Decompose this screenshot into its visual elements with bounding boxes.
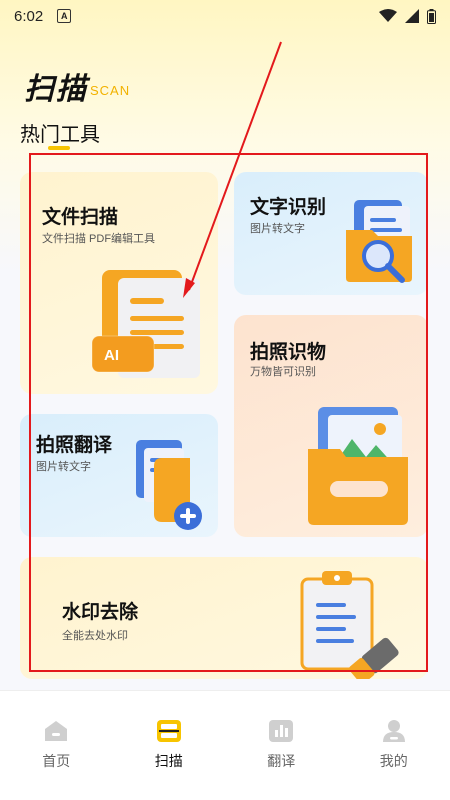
nav-label: 我的	[379, 753, 408, 769]
annotation-arrow-icon	[183, 41, 282, 298]
profile-icon	[382, 720, 405, 742]
nav-scan[interactable]: 扫描	[124, 719, 214, 800]
scan-icon	[156, 720, 181, 742]
nav-translate[interactable]: 翻译	[236, 719, 326, 800]
bottom-nav: 首页 扫描 翻译 我的	[0, 690, 450, 800]
nav-label: 扫描	[154, 753, 183, 769]
nav-profile[interactable]: 我的	[349, 719, 439, 800]
nav-label: 首页	[42, 753, 71, 769]
nav-label: 翻译	[267, 753, 296, 769]
translate-icon	[269, 720, 294, 742]
nav-home[interactable]: 首页	[11, 719, 101, 800]
home-icon	[45, 721, 68, 741]
